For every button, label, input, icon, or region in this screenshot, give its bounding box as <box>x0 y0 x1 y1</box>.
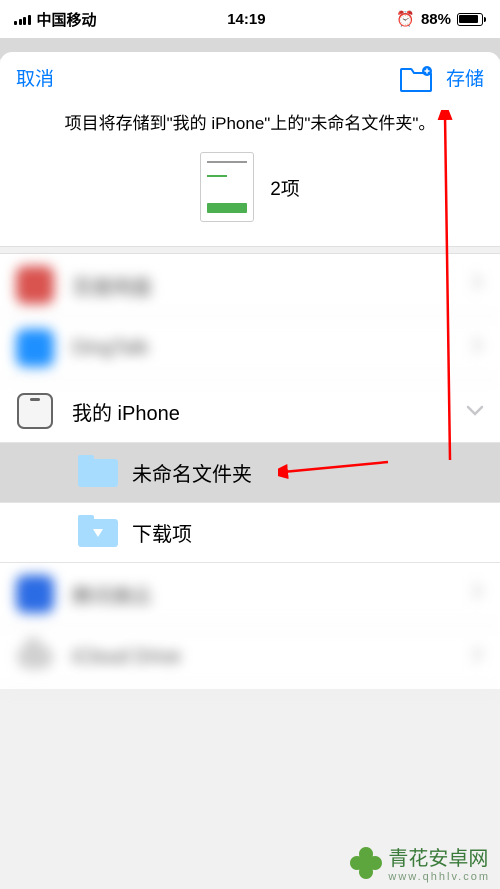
chevron-right-icon <box>472 336 484 360</box>
location-label: 腾讯微云 <box>72 580 472 609</box>
chevron-right-icon <box>472 645 484 669</box>
watermark-title: 青花安卓网 <box>388 842 490 871</box>
battery-pct: 88% <box>421 11 451 28</box>
app-icon <box>16 329 54 367</box>
clover-icon <box>350 847 382 879</box>
phone-icon <box>16 392 54 430</box>
status-right: ⏰ 88% <box>396 10 486 28</box>
watermark-url: www.qhhlv.com <box>388 871 490 883</box>
cancel-button[interactable]: 取消 <box>16 64 54 91</box>
alarm-icon: ⏰ <box>396 10 415 28</box>
location-row-unnamed-folder[interactable]: 未命名文件夹 <box>0 443 500 503</box>
save-sheet: 取消 存储 项目将存储到"我的 iPhone"上的"未命名文件夹"。 2项 <box>0 52 500 246</box>
document-thumbnail <box>200 152 254 222</box>
watermark: 青花安卓网 www.qhhlv.com <box>350 842 490 883</box>
location-label: 未命名文件夹 <box>132 458 484 487</box>
location-row-blurred-3[interactable]: 腾讯微云 <box>0 563 500 626</box>
location-row-blurred-1[interactable]: 百度网盘 <box>0 254 500 317</box>
signal-icon <box>14 14 31 25</box>
chevron-right-icon <box>472 273 484 297</box>
folder-dl-icon <box>78 517 118 549</box>
location-row-icloud-drive[interactable]: iCloud Drive <box>0 626 500 689</box>
location-row-downloads[interactable]: 下载项 <box>0 503 500 563</box>
app-icon <box>16 575 54 613</box>
location-label: DingTalk <box>72 337 472 360</box>
app-icon <box>16 266 54 304</box>
location-label: iCloud Drive <box>72 646 472 669</box>
location-label: 下载项 <box>132 518 484 547</box>
new-folder-icon[interactable] <box>400 66 430 90</box>
carrier-label: 中国移动 <box>37 9 97 30</box>
locations-list: 百度网盘 DingTalk 我的 iPhone 未命名文件夹下载项腾讯微云 iCloud… <box>0 254 500 689</box>
chevron-right-icon <box>472 582 484 606</box>
status-left: 中国移动 <box>14 9 97 30</box>
preview-row: 2项 <box>0 148 500 246</box>
location-row-blurred-2[interactable]: DingTalk <box>0 317 500 380</box>
status-bar: 中国移动 14:19 ⏰ 88% <box>0 0 500 38</box>
destination-info-text: 项目将存储到"我的 iPhone"上的"未命名文件夹"。 <box>0 99 500 148</box>
location-label: 我的 iPhone <box>72 397 466 426</box>
sheet-toolbar: 取消 存储 <box>0 52 500 99</box>
section-separator <box>0 246 500 254</box>
save-button[interactable]: 存储 <box>446 64 484 91</box>
folder-light-icon <box>78 457 118 489</box>
item-count-label: 2项 <box>270 174 300 201</box>
battery-icon <box>457 13 486 26</box>
cloud-icon <box>16 638 54 676</box>
status-time: 14:19 <box>227 11 265 28</box>
location-label: 百度网盘 <box>72 271 472 300</box>
location-row-on-my-iphone[interactable]: 我的 iPhone <box>0 380 500 443</box>
chevron-down-icon <box>466 400 484 423</box>
